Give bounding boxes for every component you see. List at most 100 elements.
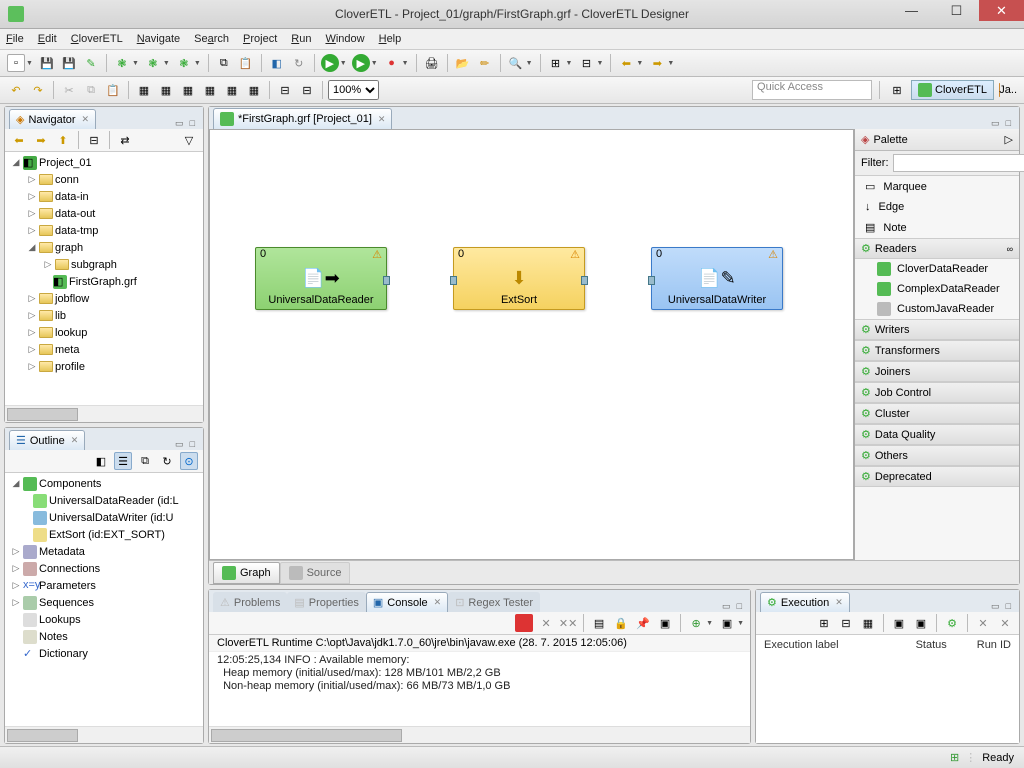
exec-tool-icon[interactable]: ✕: [974, 614, 992, 632]
palette-reader-item[interactable]: CustomJavaReader: [855, 299, 1019, 319]
close-icon[interactable]: ✕: [82, 114, 90, 125]
new-console-icon[interactable]: ▣: [718, 614, 736, 632]
tree-folder-subgraph[interactable]: ▷subgraph: [7, 256, 201, 273]
component-sort[interactable]: 0⚠ ⬇ ExtSort: [453, 247, 585, 310]
open-perspective-icon[interactable]: ⊞: [888, 81, 906, 99]
clover-stop-icon[interactable]: ❃: [175, 54, 193, 72]
perspective-java[interactable]: Ja..: [999, 81, 1017, 99]
run-config-icon[interactable]: ●: [383, 54, 401, 72]
navigator-tab[interactable]: ◈Navigator✕: [9, 109, 96, 129]
nav-up-icon[interactable]: ⬆: [54, 131, 72, 149]
outline-tool-icon[interactable]: ⧉: [136, 452, 154, 470]
collapse-all-icon[interactable]: ⊟: [85, 131, 103, 149]
tree-folder[interactable]: ▷data-in: [7, 188, 201, 205]
menu-run[interactable]: Run: [291, 33, 311, 45]
zoom-select[interactable]: 100%: [328, 80, 379, 100]
outline-tool-icon[interactable]: ⊙: [180, 452, 198, 470]
menu-search[interactable]: Search: [194, 33, 229, 45]
graph-tab[interactable]: Graph: [213, 562, 280, 584]
outline-item[interactable]: UniversalDataReader (id:L: [7, 492, 201, 509]
search-icon[interactable]: 🔍: [507, 54, 525, 72]
menu-help[interactable]: Help: [379, 33, 402, 45]
exec-tool-icon[interactable]: ✕: [996, 614, 1014, 632]
close-icon[interactable]: ✕: [378, 114, 386, 125]
input-port[interactable]: [648, 276, 655, 285]
menu-clover[interactable]: CloverETL: [71, 33, 123, 45]
menu-edit[interactable]: Edit: [38, 33, 57, 45]
maximize-button[interactable]: ☐: [934, 0, 979, 21]
tree-folder[interactable]: ▷data-out: [7, 205, 201, 222]
dist-v-icon[interactable]: ⊟: [298, 81, 316, 99]
clear-icon[interactable]: ▤: [590, 614, 608, 632]
exec-tool-icon[interactable]: ⚙: [943, 614, 961, 632]
dist-h-icon[interactable]: ⊟: [276, 81, 294, 99]
component-reader[interactable]: 0⚠ 📄➡ UniversalDataReader: [255, 247, 387, 310]
close-icon[interactable]: ✕: [71, 435, 79, 446]
display-icon[interactable]: ▣: [656, 614, 674, 632]
tree-folder-graph[interactable]: ◢graph: [7, 239, 201, 256]
debug-icon[interactable]: ▶: [352, 54, 370, 72]
save-icon[interactable]: 💾: [38, 54, 56, 72]
exec-tool-icon[interactable]: ⊟: [837, 614, 855, 632]
paste-icon[interactable]: 📋: [237, 54, 255, 72]
paste2-icon[interactable]: 📋: [104, 81, 122, 99]
nav-fwd-icon[interactable]: ➡: [32, 131, 50, 149]
outline-section[interactable]: ▷Sequences: [7, 594, 201, 611]
minimize-button[interactable]: —: [889, 0, 934, 21]
output-port[interactable]: [383, 276, 390, 285]
remove-all-icon[interactable]: ✕✕: [559, 614, 577, 632]
back-icon[interactable]: ⬅: [617, 54, 635, 72]
open-console-icon[interactable]: ⊕: [687, 614, 705, 632]
link-editor-icon[interactable]: ⇄: [116, 131, 134, 149]
clover-run-icon[interactable]: ❃: [113, 54, 131, 72]
tree-folder[interactable]: ▷meta: [7, 341, 201, 358]
exec-tool-icon[interactable]: ⊞: [815, 614, 833, 632]
new-icon[interactable]: ▫: [7, 54, 25, 72]
palette-reader-item[interactable]: ComplexDataReader: [855, 279, 1019, 299]
outline-section[interactable]: ▷Connections: [7, 560, 201, 577]
outline-section[interactable]: ▷x=yParameters: [7, 577, 201, 594]
remove-icon[interactable]: ✕: [537, 614, 555, 632]
tree-folder[interactable]: ▷conn: [7, 171, 201, 188]
save-all-icon[interactable]: 💾: [60, 54, 78, 72]
metadata-icon[interactable]: ◧: [268, 54, 286, 72]
cut2-icon[interactable]: ✂: [60, 81, 78, 99]
refresh-icon[interactable]: ↻: [290, 54, 308, 72]
menu-navigate[interactable]: Navigate: [137, 33, 180, 45]
perspective-clover[interactable]: CloverETL: [911, 80, 994, 100]
tree-project[interactable]: ◢◧Project_01: [7, 154, 201, 171]
palette-edge[interactable]: ↓Edge: [855, 197, 1019, 217]
palette-note[interactable]: ▤Note: [855, 217, 1019, 238]
maximize-view-icon[interactable]: □: [1004, 601, 1013, 612]
palette-reader-item[interactable]: CloverDataReader: [855, 259, 1019, 279]
nav-back-icon[interactable]: ⬅: [10, 131, 28, 149]
menu-window[interactable]: Window: [325, 33, 364, 45]
output-port[interactable]: [581, 276, 588, 285]
copy2-icon[interactable]: ⧉: [82, 81, 100, 99]
minimize-view-icon[interactable]: ▭: [173, 118, 186, 129]
source-tab[interactable]: Source: [280, 562, 351, 584]
palette-cat[interactable]: ⚙Cluster: [855, 403, 1019, 424]
outline-components[interactable]: ◢Components: [7, 475, 201, 492]
navigator-tree[interactable]: ◢◧Project_01 ▷conn ▷data-in ▷data-out ▷d…: [5, 152, 203, 377]
maximize-view-icon[interactable]: □: [735, 601, 744, 612]
palette-cat[interactable]: ⚙Transformers: [855, 340, 1019, 361]
tree-folder[interactable]: ▷lookup: [7, 324, 201, 341]
close-icon[interactable]: ✕: [835, 597, 843, 608]
outline-section[interactable]: Notes: [7, 628, 201, 645]
align-middle-icon[interactable]: ▦: [223, 81, 241, 99]
outline-item[interactable]: ExtSort (id:EXT_SORT): [7, 526, 201, 543]
scrollbar[interactable]: [5, 405, 203, 422]
palette-cat[interactable]: ⚙Job Control: [855, 382, 1019, 403]
outline-section[interactable]: ▷Metadata: [7, 543, 201, 560]
scrollbar[interactable]: [5, 726, 203, 743]
pin-icon[interactable]: 📌: [634, 614, 652, 632]
clover-restart-icon[interactable]: ❃: [144, 54, 162, 72]
exec-tool-icon[interactable]: ▣: [912, 614, 930, 632]
outline-item[interactable]: UniversalDataWriter (id:U: [7, 509, 201, 526]
wizard-icon[interactable]: ✎: [82, 54, 100, 72]
outline-tab[interactable]: ☰Outline✕: [9, 430, 85, 450]
palette-filter-input[interactable]: [893, 154, 1024, 172]
palette-readers-hdr[interactable]: ⚙Readers∞: [855, 238, 1019, 259]
print-icon[interactable]: 🖨: [423, 54, 441, 72]
